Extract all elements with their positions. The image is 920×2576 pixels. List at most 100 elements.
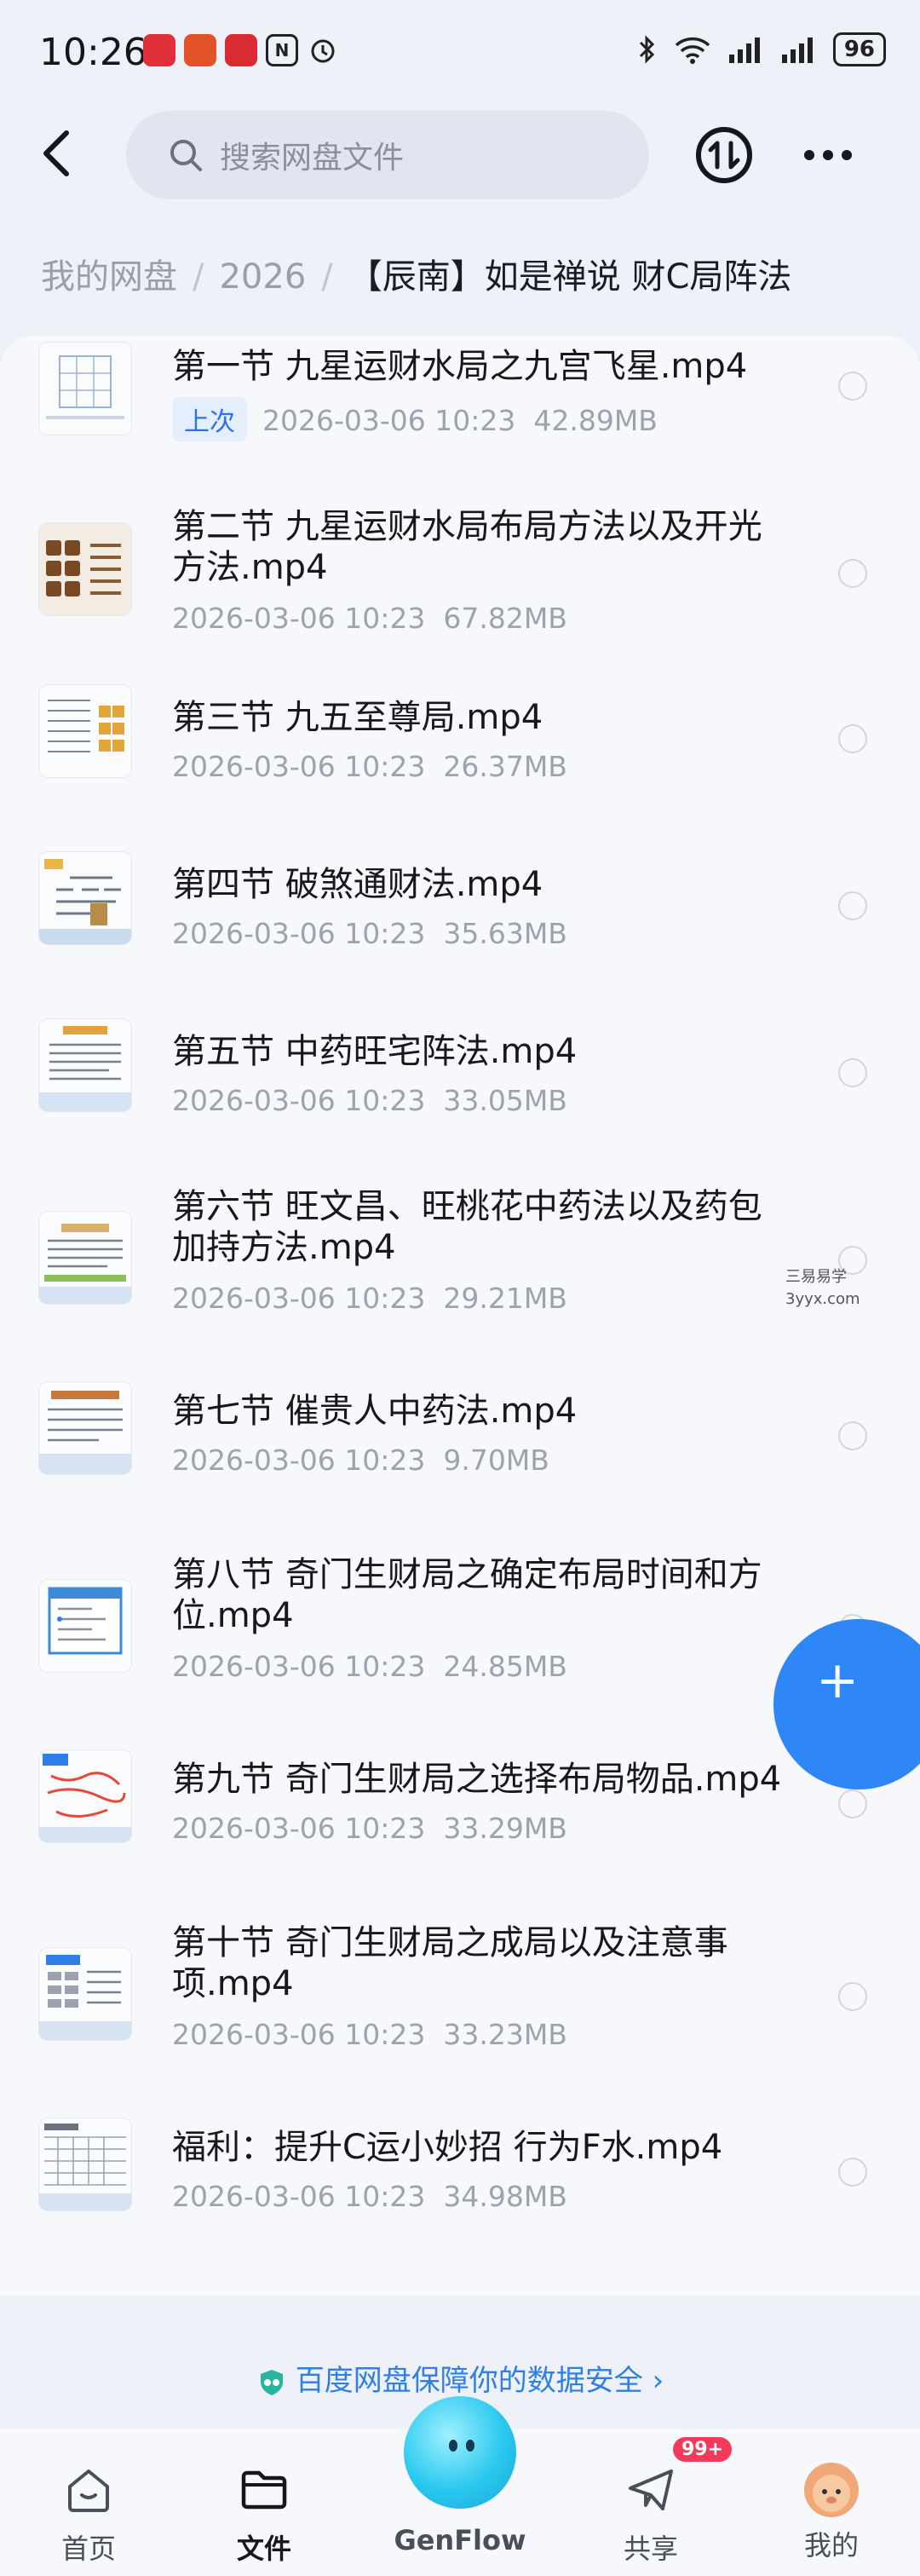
- file-name: 第五节 中药旺宅阵法.mp4: [172, 1032, 578, 1071]
- chevron-left-icon: [43, 130, 69, 176]
- select-radio[interactable]: [838, 891, 867, 920]
- file-name: 第四节 破煞通财法.mp4: [172, 865, 543, 904]
- file-size: 9.70MB: [443, 1444, 549, 1477]
- file-size: 33.23MB: [443, 2018, 567, 2051]
- file-date: 2026-03-06 10:23: [172, 750, 426, 783]
- file-meta: 2026-03-06 10:23 33.29MB: [172, 1812, 567, 1845]
- file-meta: 2026-03-06 10:23 26.37MB: [172, 750, 567, 783]
- select-radio[interactable]: [838, 1982, 867, 2011]
- nav-share-label: 共享: [623, 2533, 678, 2565]
- file-date: 2026-03-06 10:23: [172, 1282, 426, 1315]
- video-thumbnail: [39, 1750, 131, 1842]
- breadcrumb-separator: /: [321, 257, 333, 297]
- file-meta: 2026-03-06 10:23 67.82MB: [172, 602, 567, 635]
- transfer-icon: [696, 127, 752, 183]
- select-radio[interactable]: [838, 2158, 867, 2187]
- select-radio[interactable]: [838, 1058, 867, 1087]
- file-size: 33.29MB: [443, 1812, 567, 1845]
- send-icon: [629, 2469, 673, 2510]
- file-size: 29.21MB: [443, 1282, 567, 1315]
- file-name: 第八节 奇门生财局之确定布局时间和方位.mp4: [172, 1555, 762, 1635]
- transfer-button[interactable]: [692, 123, 756, 187]
- genflow-label: GenFlow: [394, 2524, 526, 2556]
- file-size: 26.37MB: [443, 750, 567, 783]
- wifi-icon: [675, 37, 710, 64]
- video-thumbnail: [39, 343, 131, 435]
- app-notification-icon: [143, 34, 175, 66]
- file-size: 33.05MB: [443, 1084, 567, 1117]
- video-thumbnail: [39, 1948, 131, 2040]
- file-name: 第三节 九五至尊局.mp4: [172, 698, 543, 737]
- more-button[interactable]: [796, 123, 860, 187]
- file-date: 2026-03-06 10:23: [172, 2180, 426, 2213]
- file-name: 第九节 奇门生财局之选择布局物品.mp4: [172, 1760, 782, 1799]
- breadcrumb: 我的网盘 / 2026 / 【辰南】如是禅说 财C局阵法: [41, 249, 791, 298]
- video-thumbnail: [39, 1382, 131, 1474]
- file-name: 第六节 旺文昌、旺桃花中药法以及药包加持方法.mp4: [172, 1187, 762, 1267]
- watermark-line-1: 三易易学: [785, 1268, 847, 1286]
- select-radio[interactable]: [838, 372, 867, 401]
- file-meta: 2026-03-06 10:23 33.23MB: [172, 2018, 567, 2051]
- file-date: 2026-03-06 10:23: [172, 917, 426, 950]
- security-note-link[interactable]: 百度网盘保障你的数据安全 ›: [0, 2357, 920, 2399]
- top-bar: 搜索网盘文件: [0, 104, 920, 205]
- file-size: 34.98MB: [443, 2180, 567, 2213]
- breadcrumb-root[interactable]: 我的网盘: [41, 257, 177, 297]
- video-thumbnail: [39, 523, 131, 615]
- file-meta: 上次 2026-03-06 10:23 42.89MB: [172, 397, 658, 441]
- video-thumbnail: [39, 685, 131, 777]
- search-icon: [170, 140, 202, 171]
- select-radio[interactable]: [838, 1789, 867, 1818]
- nav-home[interactable]: 首页: [37, 2463, 140, 2567]
- plus-icon: +: [816, 1651, 860, 1710]
- video-thumbnail: [39, 1580, 131, 1672]
- file-size: 35.63MB: [443, 917, 567, 950]
- select-radio[interactable]: [838, 559, 867, 588]
- file-date: 2026-03-06 10:23: [172, 1812, 426, 1845]
- nav-mine[interactable]: 我的: [780, 2463, 883, 2563]
- video-thumbnail: [39, 2118, 131, 2210]
- select-radio[interactable]: [838, 1421, 867, 1450]
- watermark-line-2: 3yyx.com: [785, 1290, 860, 1308]
- file-name: 福利：提升C运小妙招 行为F水.mp4: [172, 2128, 723, 2167]
- genflow-button[interactable]: [404, 2396, 516, 2509]
- search-input[interactable]: 搜索网盘文件: [126, 111, 649, 199]
- folder-icon: [241, 2470, 287, 2510]
- app-notification-icon: [225, 34, 257, 66]
- back-button[interactable]: [26, 123, 87, 184]
- file-meta: 2026-03-06 10:23 35.63MB: [172, 917, 567, 950]
- video-thumbnail: [39, 852, 131, 944]
- file-meta: 2026-03-06 10:23 33.05MB: [172, 1084, 567, 1117]
- select-radio[interactable]: [838, 724, 867, 753]
- file-date: 2026-03-06 10:23: [172, 602, 426, 635]
- video-thumbnail: [39, 1212, 131, 1304]
- video-thumbnail: [39, 1019, 131, 1111]
- file-size: 42.89MB: [533, 404, 658, 437]
- file-name: 第二节 九星运财水局布局方法以及开光方法.mp4: [172, 507, 762, 587]
- alarm-icon: [307, 34, 339, 66]
- nav-share[interactable]: 共享: [600, 2463, 702, 2567]
- nav-mine-label: 我的: [803, 2529, 859, 2562]
- breadcrumb-year[interactable]: 2026: [219, 257, 306, 297]
- signal-icon: [728, 37, 760, 63]
- home-icon: [68, 2469, 109, 2512]
- file-date: 2026-03-06 10:23: [172, 2018, 426, 2051]
- more-icon: [804, 150, 852, 160]
- genflow-mascot-icon: [449, 2440, 474, 2452]
- nav-files[interactable]: 文件: [213, 2463, 315, 2567]
- file-meta: 2026-03-06 10:23 24.85MB: [172, 1650, 567, 1683]
- file-name: 第七节 催贵人中药法.mp4: [172, 1392, 578, 1431]
- system-status: 96: [637, 32, 886, 66]
- chevron-right-icon: ›: [642, 2364, 664, 2398]
- security-note-text: 百度网盘保障你的数据安全: [295, 2364, 643, 2398]
- nav-files-label: 文件: [236, 2533, 291, 2565]
- file-date: 2026-03-06 10:23: [172, 1444, 426, 1477]
- file-date: 2026-03-06 10:23: [262, 404, 516, 437]
- file-meta: 2026-03-06 10:23 29.21MB: [172, 1282, 567, 1315]
- file-size: 24.85MB: [443, 1650, 567, 1683]
- share-count-badge: 99+: [673, 2437, 733, 2462]
- signal-icon-2: [781, 37, 813, 63]
- file-size: 67.82MB: [443, 602, 567, 635]
- file-date: 2026-03-06 10:23: [172, 1084, 426, 1117]
- status-bar: 10:26 N 96: [0, 0, 920, 102]
